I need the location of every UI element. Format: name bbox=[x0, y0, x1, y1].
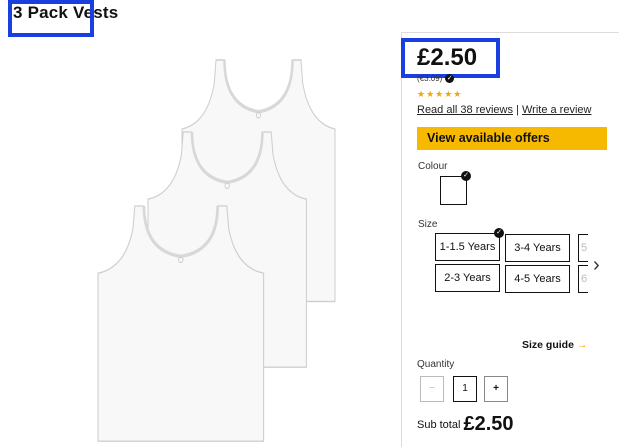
view-offers-button[interactable]: View available offers bbox=[417, 127, 607, 150]
size-option-5-partial[interactable]: 5 bbox=[578, 234, 588, 262]
reviews-row: Read all 38 reviews | Write a review bbox=[417, 104, 591, 116]
panel-top-border bbox=[401, 32, 619, 33]
subtotal-value: £2.50 bbox=[463, 413, 514, 435]
subtotal-label: Sub total bbox=[417, 419, 461, 431]
quantity-increase-button[interactable]: + bbox=[484, 376, 508, 402]
title-highlight-box bbox=[8, 0, 94, 37]
quantity-label: Quantity bbox=[417, 359, 455, 370]
size-option-2-3-years[interactable]: 2-3 Years bbox=[435, 264, 500, 292]
write-review-link[interactable]: Write a review bbox=[522, 104, 591, 116]
price-highlight-box bbox=[401, 38, 500, 78]
product-image bbox=[96, 58, 337, 443]
quantity-decrease-button[interactable]: − bbox=[420, 376, 444, 402]
size-option-6-partial[interactable]: 6 bbox=[578, 265, 588, 293]
panel-divider bbox=[401, 32, 402, 447]
arrow-right-icon: → bbox=[576, 339, 588, 351]
subtotal: Sub total £2.50 bbox=[417, 413, 514, 436]
euro-price-text: (€3.09) bbox=[417, 74, 443, 83]
info-icon[interactable]: ✓ bbox=[445, 74, 455, 84]
size-label: Size bbox=[418, 219, 438, 230]
chevron-right-icon[interactable]: › bbox=[593, 254, 600, 277]
size-guide-text: Size guide bbox=[522, 339, 574, 351]
size-option-1-1.5-years[interactable]: 1-1.5 Years bbox=[435, 233, 500, 261]
read-reviews-link[interactable]: Read all 38 reviews bbox=[417, 104, 513, 116]
size-option-4-5-years[interactable]: 4-5 Years bbox=[505, 265, 570, 293]
colour-label: Colour bbox=[418, 161, 448, 172]
checkmark-icon: ✓ bbox=[461, 171, 471, 181]
size-guide-link[interactable]: Size guide → bbox=[522, 339, 587, 351]
euro-price: (€3.09) ✓ bbox=[417, 74, 455, 84]
rating-stars: ★★★★★ bbox=[417, 89, 463, 99]
checkmark-icon: ✓ bbox=[494, 228, 504, 238]
reviews-separator: | bbox=[513, 104, 522, 116]
quantity-input[interactable]: 1 bbox=[453, 376, 477, 402]
size-option-3-4-years[interactable]: 3-4 Years bbox=[505, 234, 570, 262]
